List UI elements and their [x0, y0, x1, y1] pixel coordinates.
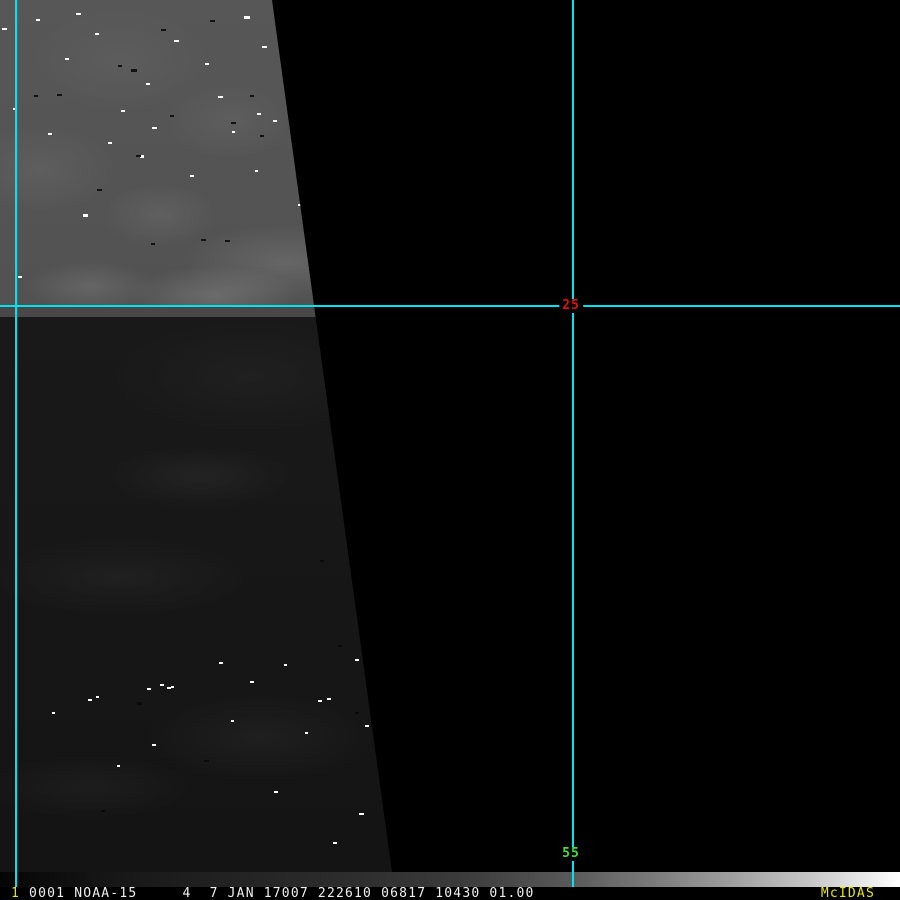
noise-speckle: [298, 204, 302, 206]
noise-speckle: [151, 243, 155, 245]
noise-speckle: [101, 810, 105, 812]
swath-upper-segment: [0, 0, 392, 306]
noise-speckle: [36, 19, 40, 21]
noise-speckle: [210, 20, 215, 22]
noise-speckle: [244, 16, 250, 19]
grayscale-colorbar: [0, 872, 900, 887]
noise-speckle: [117, 765, 120, 767]
noise-speckle: [257, 113, 261, 115]
noise-speckle: [274, 791, 278, 793]
noise-speckle: [282, 35, 287, 37]
noise-speckle: [171, 686, 174, 688]
noise-speckle: [262, 46, 267, 48]
noise-speckle: [260, 135, 264, 137]
noise-speckle: [118, 65, 122, 67]
noise-speckle: [201, 239, 206, 241]
noise-speckle: [161, 29, 166, 31]
noise-speckle: [2, 28, 7, 30]
swath-segment-boundary: [0, 306, 392, 317]
image-info-text: 0001 NOAA-15 4 7 JAN 17007 222610 06817 …: [20, 886, 535, 900]
noise-speckle: [231, 720, 234, 722]
noise-speckle: [231, 122, 236, 124]
noise-speckle: [131, 69, 137, 72]
noise-speckle: [121, 110, 125, 112]
noise-speckle: [88, 699, 92, 701]
swath-lower-segment: [0, 317, 392, 872]
noise-speckle: [318, 700, 322, 702]
noise-speckle: [174, 40, 179, 42]
noise-speckle: [366, 657, 369, 659]
noise-speckle: [204, 760, 209, 762]
noise-speckle: [152, 744, 156, 746]
noise-speckle: [305, 732, 308, 734]
noise-speckle: [219, 662, 223, 664]
noise-speckle: [232, 131, 235, 133]
noise-speckle: [365, 725, 369, 727]
noise-speckle: [152, 127, 157, 129]
noise-speckle: [320, 560, 324, 562]
mcidas-image-window[interactable]: 25 55 1 0001 NOAA-15 4 7 JAN 17007 222610…: [0, 0, 900, 900]
noise-speckle: [273, 120, 277, 122]
noise-speckle: [136, 155, 141, 157]
noise-speckle: [160, 684, 164, 686]
noise-speckle: [355, 712, 359, 714]
noise-speckle: [18, 276, 22, 278]
noise-speckle: [146, 83, 150, 85]
noise-speckle: [225, 240, 230, 242]
noise-speckle: [52, 712, 55, 714]
noise-speckle: [137, 702, 142, 705]
frame-number: 1: [11, 886, 21, 900]
noise-speckle: [57, 94, 62, 96]
noise-speckle: [190, 175, 194, 177]
satellite-swath: [0, 0, 392, 872]
noise-speckle: [147, 688, 151, 690]
noise-speckle: [13, 108, 16, 110]
noise-speckle: [65, 58, 69, 60]
noise-speckle: [96, 696, 99, 698]
graticule-label: 55: [559, 847, 583, 861]
status-bar: 1 0001 NOAA-15 4 7 JAN 17007 222610 0681…: [0, 887, 900, 900]
noise-speckle: [97, 189, 102, 191]
mcidas-brand: McIDAS: [820, 886, 875, 900]
noise-speckle: [170, 115, 174, 117]
noise-speckle: [255, 170, 258, 172]
noise-speckle: [355, 659, 359, 661]
noise-speckle: [108, 142, 112, 144]
noise-speckle: [333, 842, 337, 844]
noise-speckle: [76, 13, 81, 15]
noise-speckle: [285, 85, 289, 87]
noise-speckle: [338, 645, 342, 647]
noise-speckle: [284, 664, 287, 666]
noise-speckle: [205, 63, 209, 65]
noise-speckle: [250, 95, 254, 97]
noise-speckle: [218, 96, 223, 98]
noise-speckle: [34, 95, 38, 97]
noise-speckle: [327, 698, 331, 700]
graticule-label: 25: [559, 299, 583, 313]
noise-speckle: [48, 133, 52, 135]
noise-speckle: [250, 681, 254, 683]
graticule-vline: [572, 0, 574, 887]
noise-speckle: [359, 813, 364, 815]
noise-speckle: [83, 214, 88, 217]
noise-speckle: [95, 33, 99, 35]
